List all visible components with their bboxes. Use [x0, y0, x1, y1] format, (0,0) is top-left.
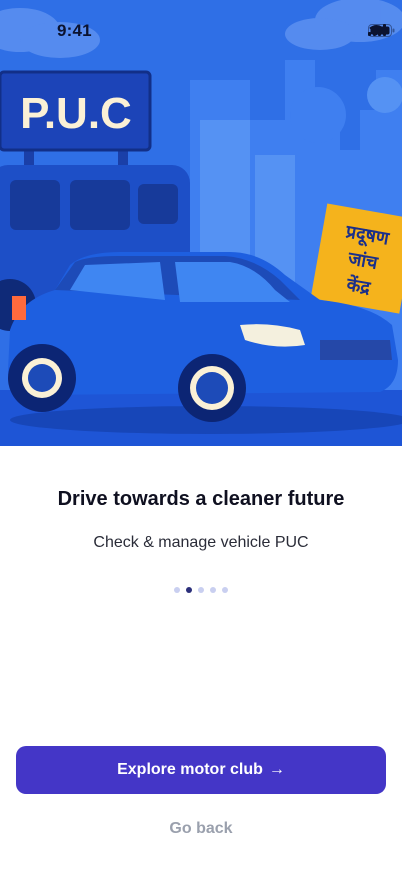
- onboarding-subtitle: Check & manage vehicle PUC: [93, 534, 309, 551]
- hero-illustration: P.U.C प्रदूषण जांच केंद्र 9:41: [0, 0, 402, 446]
- explore-motor-club-button[interactable]: Explore motor club →: [16, 746, 386, 794]
- page-dot[interactable]: [222, 587, 228, 593]
- status-time: 9:41: [57, 21, 92, 40]
- battery-icon: [368, 24, 395, 37]
- explore-motor-club-label: Explore motor club: [117, 761, 263, 778]
- arrow-right-icon: →: [268, 761, 285, 778]
- page-dot[interactable]: [174, 587, 180, 593]
- page-indicator: [174, 587, 228, 593]
- status-bar: 9:41: [0, 0, 402, 60]
- page-dot[interactable]: [210, 587, 216, 593]
- onboarding-title: Drive towards a cleaner future: [57, 488, 345, 510]
- puc-illustration: P.U.C प्रदूषण जांच केंद्र: [0, 0, 402, 446]
- page-dot[interactable]: [198, 587, 204, 593]
- page-dot-active[interactable]: [186, 587, 192, 593]
- go-back-button[interactable]: Go back: [0, 820, 402, 838]
- onboarding-content: Drive towards a cleaner future Check & m…: [0, 446, 402, 874]
- puc-sign-text: P.U.C: [20, 89, 132, 138]
